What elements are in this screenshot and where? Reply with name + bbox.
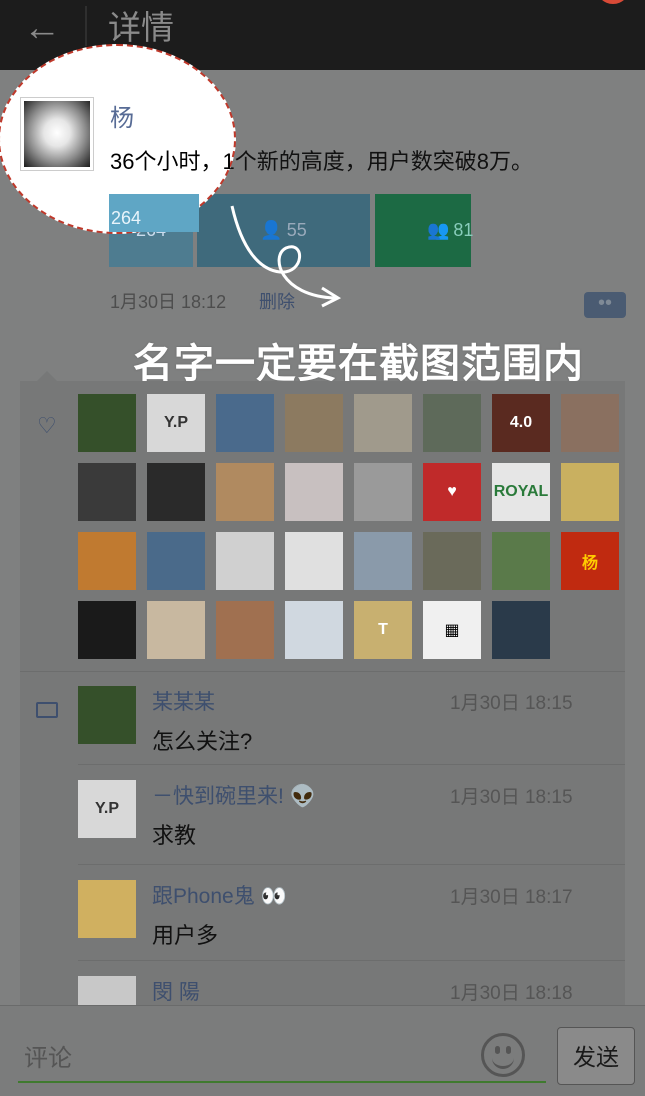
liker-avatar[interactable]	[561, 394, 619, 452]
commenter-avatar[interactable]	[78, 686, 136, 744]
likes-row: ♥ ROYAL	[78, 463, 623, 521]
liker-avatar[interactable]	[147, 463, 205, 521]
comment-text: 怎么关注?	[152, 729, 253, 754]
users-icon: 👥	[427, 220, 450, 240]
divider	[78, 764, 625, 765]
liker-avatar[interactable]	[285, 532, 343, 590]
commenter-avatar[interactable]	[78, 976, 136, 1006]
comment-text: 求教	[152, 823, 197, 848]
liker-avatar[interactable]	[78, 394, 136, 452]
liker-avatar[interactable]	[423, 532, 481, 590]
comment-placeholder: 评论	[24, 1045, 72, 1072]
liker-avatar[interactable]	[354, 394, 412, 452]
liker-avatar[interactable]	[492, 601, 550, 659]
commenter-name[interactable]: 某某某	[152, 686, 215, 716]
liker-avatar[interactable]: 杨	[561, 532, 619, 590]
comment-text: 用户多	[152, 923, 219, 948]
liker-avatar[interactable]	[78, 463, 136, 521]
comment-time: 1月30日 18:17	[450, 887, 573, 908]
comment-time: 1月30日 18:15	[450, 787, 573, 808]
liker-avatar[interactable]: ▦	[423, 601, 481, 659]
likes-row: Y.P 4.0	[78, 394, 623, 452]
likes-grid: Y.P 4.0 ♥ ROYAL 杨 T ▦	[78, 394, 623, 670]
commenter-name[interactable]: －快到碗里来! 👽	[152, 780, 316, 810]
liker-avatar[interactable]	[78, 601, 136, 659]
liker-avatar[interactable]: 4.0	[492, 394, 550, 452]
liker-avatar[interactable]	[354, 463, 412, 521]
liker-avatar[interactable]	[423, 394, 481, 452]
liker-avatar[interactable]	[78, 532, 136, 590]
liker-avatar[interactable]	[492, 532, 550, 590]
heart-icon: ♡	[37, 413, 57, 438]
liker-avatar[interactable]	[216, 601, 274, 659]
more-options-icon[interactable]: ••	[584, 292, 626, 318]
liker-avatar[interactable]	[285, 394, 343, 452]
highlight-text: 36个小时，1个新的高度，用户数突破8万。	[110, 149, 230, 174]
liker-avatar[interactable]: ♥	[423, 463, 481, 521]
send-button[interactable]: 发送	[557, 1027, 635, 1085]
likes-row: 杨	[78, 532, 623, 590]
liker-avatar[interactable]	[147, 601, 205, 659]
comment-input[interactable]	[18, 1023, 546, 1083]
highlight-tile: 264	[109, 194, 199, 232]
comment-time: 1月30日 18:15	[450, 693, 573, 714]
liker-avatar[interactable]: T	[354, 601, 412, 659]
liker-avatar[interactable]	[216, 394, 274, 452]
title-divider	[85, 6, 87, 46]
commenter-name[interactable]: 閔 陽	[152, 976, 200, 1006]
commenter-name[interactable]: 跟Phone鬼 👀	[152, 880, 287, 910]
liker-avatar[interactable]	[216, 532, 274, 590]
liker-avatar[interactable]	[147, 532, 205, 590]
divider	[20, 671, 625, 672]
comment-time: 1月30日 18:18	[450, 983, 573, 1004]
stat-tile-3: 👥 81	[375, 194, 473, 267]
liker-avatar[interactable]: ROYAL	[492, 463, 550, 521]
liker-avatar[interactable]	[285, 601, 343, 659]
liker-avatar[interactable]	[285, 463, 343, 521]
commenter-avatar[interactable]: Y.P	[78, 780, 136, 838]
liker-avatar[interactable]	[561, 463, 619, 521]
divider	[78, 864, 625, 865]
highlight-author: 杨	[110, 105, 134, 132]
highlight-avatar	[20, 97, 94, 171]
liker-avatar[interactable]	[354, 532, 412, 590]
divider	[78, 960, 625, 961]
annotation-arrow-icon	[230, 205, 342, 308]
comment-icon	[36, 702, 58, 718]
liker-avatar[interactable]: Y.P	[147, 394, 205, 452]
emoji-icon[interactable]	[481, 1033, 525, 1077]
liker-avatar[interactable]	[216, 463, 274, 521]
post-time: 1月30日 18:12	[110, 292, 227, 312]
likes-row: T ▦	[78, 601, 623, 659]
back-arrow-icon[interactable]: ←	[22, 8, 62, 48]
commenter-avatar[interactable]	[78, 880, 136, 938]
